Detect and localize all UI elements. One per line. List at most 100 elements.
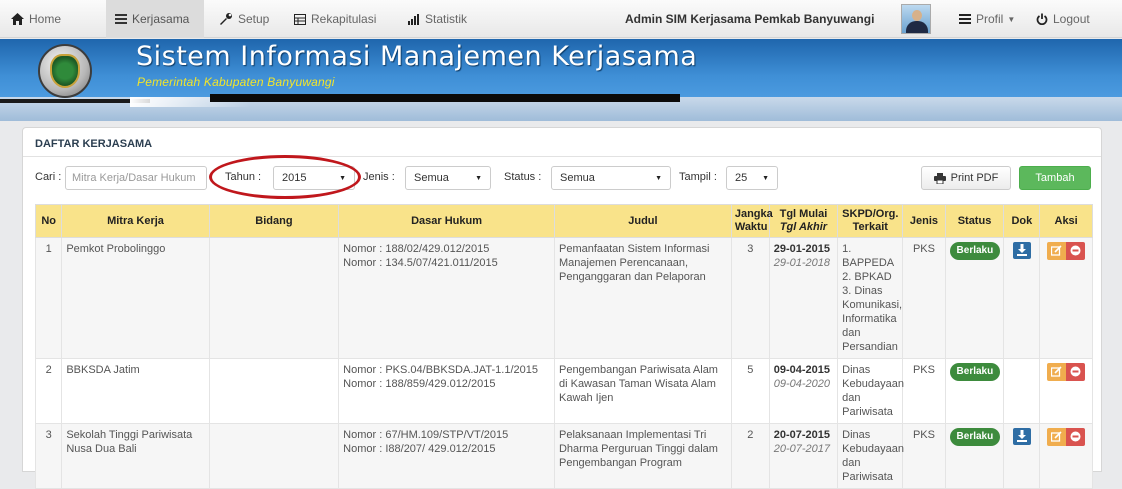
col-aksi: Aksi (1039, 204, 1093, 238)
site-subtitle: Pemerintah Kabupaten Banyuwangi (137, 75, 335, 89)
table-row: 1 Pemkot Probolinggo Nomor : 188/02/429.… (34, 237, 1093, 359)
nav-setup[interactable]: Setup (210, 0, 278, 38)
cell-bidang (208, 423, 340, 489)
col-jenis: Jenis (902, 204, 946, 238)
table-header-row: No Mitra Kerja Bidang Dasar Hukum Judul … (34, 204, 1093, 238)
status-value: Semua (560, 172, 595, 184)
nav-statistik-label: Statistik (425, 12, 468, 26)
cell-dok (1003, 358, 1041, 424)
tampil-select[interactable]: 25 ▼ (726, 166, 778, 190)
cell-status: Berlaku (944, 358, 1005, 424)
nav-rekapitulasi[interactable]: Rekapitulasi (285, 0, 385, 38)
nav-profil[interactable]: Profil ▼ (950, 0, 1024, 38)
bar-chart-icon (408, 13, 420, 25)
caret-down-icon: ▼ (475, 175, 482, 182)
cell-judul-link[interactable]: Pelaksanaan Implementasi Tri Dharma Perg… (553, 423, 732, 489)
col-judul: Judul (553, 204, 732, 238)
cell-jenis: PKS (902, 423, 946, 489)
col-skpd: SKPD/Org. Terkait (837, 204, 904, 238)
table-row: 2 BBKSDA Jatim Nomor : PKS.04/BBKSDA.JAT… (34, 358, 1093, 424)
download-button[interactable] (1012, 428, 1031, 445)
tambah-button[interactable]: Tambah (1019, 166, 1091, 190)
user-name: Admin SIM Kerjasama Pemkab Banyuwangi (625, 12, 875, 26)
delete-button[interactable] (1066, 363, 1086, 381)
nav-home[interactable]: Home (2, 0, 70, 38)
status-badge: Berlaku (949, 363, 1001, 381)
cell-dasar: Nomor : 188/02/429.012/2015 Nomor : 134.5… (338, 237, 555, 359)
print-pdf-button[interactable]: Print PDF (921, 166, 1011, 190)
cell-skpd: Dinas Kebudayaan dan Pariwisata (837, 423, 904, 489)
caret-down-icon: ▼ (655, 175, 662, 182)
edit-button[interactable] (1047, 428, 1067, 446)
jenis-label: Jenis : (363, 171, 395, 183)
col-jangka: Jangka Waktu (730, 204, 773, 238)
cell-tgl: 29-01-2015 29-01-2018 (768, 237, 839, 359)
list-icon (115, 14, 127, 24)
site-title: Sistem Informasi Manajemen Kerjasama (136, 41, 698, 72)
edit-button[interactable] (1047, 242, 1067, 260)
delete-button[interactable] (1066, 428, 1086, 446)
kerjasama-panel: DAFTAR KERJASAMA Cari : Mitra Kerja/Dasa… (22, 127, 1102, 489)
cell-skpd: 1. BAPPEDA 2. BPKAD 3. Dinas Komunikasi, I… (837, 237, 904, 359)
tampil-value: 25 (735, 172, 748, 184)
status-select[interactable]: Semua ▼ (551, 166, 671, 190)
nav-logout-label: Logout (1053, 12, 1090, 26)
print-icon (933, 172, 946, 184)
print-pdf-label: Print PDF (950, 172, 999, 184)
cell-jangka: 2 (730, 423, 770, 489)
col-bidang: Bidang (208, 204, 340, 238)
table-row: 3 Sekolah Tinggi Pariwisata Nusa Dua Bal… (34, 423, 1093, 489)
jenis-select[interactable]: Semua ▼ (405, 166, 491, 190)
nav-kerjasama[interactable]: Kerjasama (106, 0, 204, 38)
cell-aksi (1039, 237, 1093, 359)
status-badge: Berlaku (949, 428, 1001, 446)
status-label: Status : (504, 171, 542, 183)
nav-rekapitulasi-label: Rekapitulasi (311, 12, 377, 26)
nav-kerjasama-label: Kerjasama (132, 12, 190, 26)
caret-down-icon: ▼ (1007, 14, 1016, 24)
top-navbar: Home Kerjasama Setup Rekapitulasi Statis… (0, 0, 1122, 38)
power-icon (1036, 13, 1048, 25)
delete-button[interactable] (1066, 242, 1086, 260)
tampil-label: Tampil : (679, 171, 717, 183)
cell-judul-link[interactable]: Pemanfaatan Sistem Informasi Manajemen P… (553, 237, 732, 359)
nav-statistik[interactable]: Statistik (399, 0, 476, 38)
table-icon (294, 13, 306, 25)
edit-button[interactable] (1047, 363, 1067, 381)
list-icon (959, 14, 971, 24)
cell-jangka: 5 (730, 358, 770, 424)
cari-label: Cari : (35, 171, 62, 183)
avatar[interactable] (901, 4, 931, 34)
cell-jenis: PKS (902, 237, 946, 359)
download-button[interactable] (1012, 242, 1031, 259)
cell-mitra: Pemkot Probolinggo (61, 237, 210, 359)
cell-status: Berlaku (944, 423, 1005, 489)
cell-no: 3 (34, 423, 63, 489)
col-dasar: Dasar Hukum (338, 204, 555, 238)
cell-tgl: 20-07-2015 20-07-2017 (768, 423, 839, 489)
search-input[interactable]: Mitra Kerja/Dasar Hukum (65, 166, 207, 190)
cell-dok (1003, 423, 1041, 489)
cell-bidang (208, 237, 340, 359)
cell-mitra: BBKSDA Jatim (61, 358, 210, 424)
cell-dasar: Nomor : 67/HM.109/STP/VT/2015 Nomor : I88… (338, 423, 555, 489)
nav-profil-label: Profil (976, 12, 1004, 26)
cell-aksi (1039, 423, 1093, 489)
panel-title: DAFTAR KERJASAMA (35, 138, 153, 150)
col-tgl: Tgl Mulai Tgl Akhir (768, 204, 839, 238)
nav-logout[interactable]: Logout (1027, 0, 1099, 38)
col-dok: Dok (1003, 204, 1041, 238)
cell-status: Berlaku (944, 237, 1005, 359)
kerjasama-table: No Mitra Kerja Bidang Dasar Hukum Judul … (34, 204, 1093, 489)
cell-tgl: 09-04-2015 09-04-2020 (768, 358, 839, 424)
cell-skpd: Dinas Kebudayaan dan Pariwisata (837, 358, 904, 424)
nav-setup-label: Setup (238, 12, 270, 26)
cell-no: 2 (34, 358, 63, 424)
cell-jenis: PKS (902, 358, 946, 424)
col-mitra: Mitra Kerja (61, 204, 210, 238)
status-badge: Berlaku (949, 242, 1001, 260)
wrench-icon (219, 13, 233, 25)
cell-dasar: Nomor : PKS.04/BBKSDA.JAT-1.1/2015 Nomor … (338, 358, 555, 424)
cell-judul-link[interactable]: Pengembangan Pariwisata Alam di Kawasan … (553, 358, 732, 424)
jenis-value: Semua (414, 172, 449, 184)
